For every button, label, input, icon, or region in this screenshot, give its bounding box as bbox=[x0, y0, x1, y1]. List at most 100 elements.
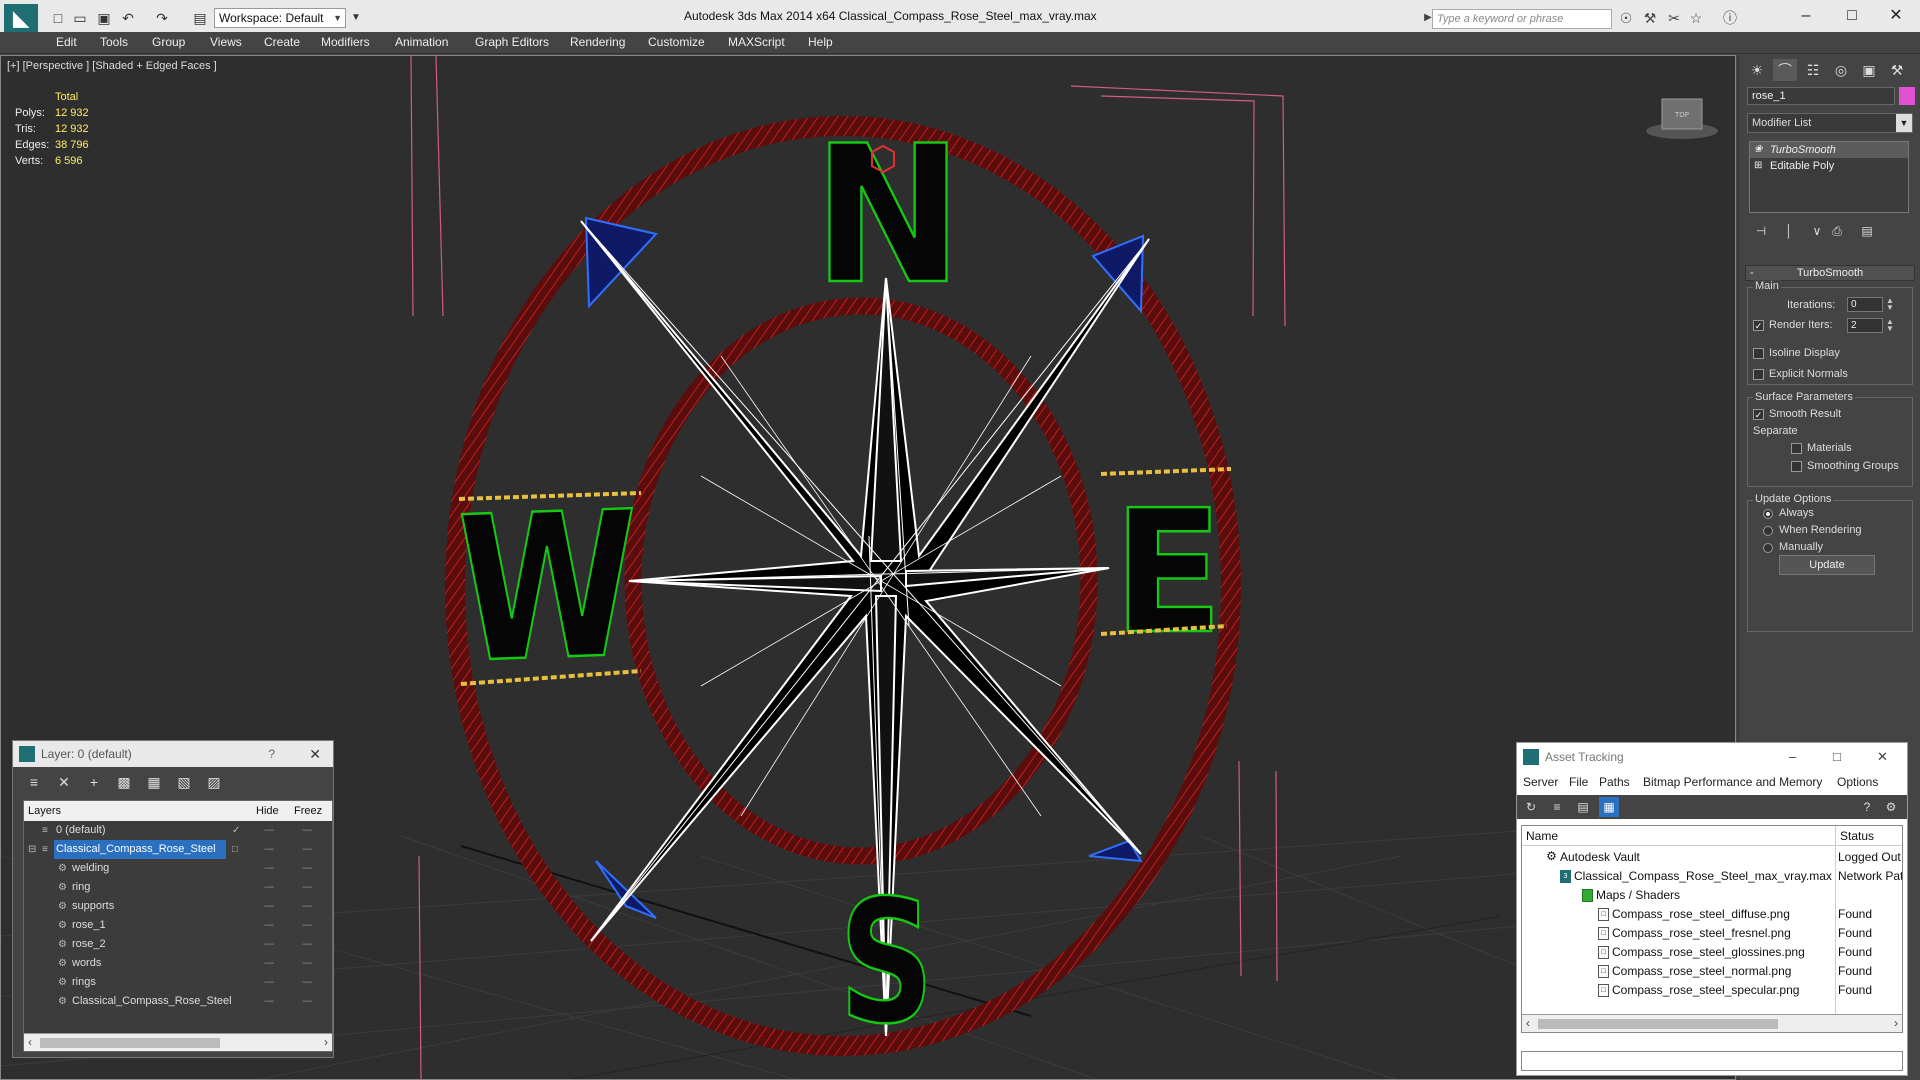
scrollbar-thumb[interactable] bbox=[40, 1038, 220, 1048]
scrollbar-thumb[interactable] bbox=[1538, 1019, 1778, 1029]
hide-toggle[interactable]: ---- bbox=[264, 897, 274, 916]
viewport-label[interactable]: [+] [Perspective ] [Shaded + Edged Faces… bbox=[7, 60, 217, 72]
project-folder-icon[interactable]: ▤ bbox=[190, 9, 210, 27]
help-icon[interactable]: ? bbox=[268, 741, 275, 767]
show-end-result-icon[interactable]: │ bbox=[1779, 221, 1799, 241]
asset-window-titlebar[interactable]: Asset Tracking – □ ✕ bbox=[1517, 743, 1907, 771]
hierarchy-tab-icon[interactable]: ☷ bbox=[1801, 59, 1825, 81]
layer-row[interactable]: ⚙ supports ---- ---- bbox=[24, 897, 332, 916]
active-box-icon[interactable]: □ bbox=[232, 840, 238, 859]
layer-row[interactable]: ⚙ rose_2 ---- ---- bbox=[24, 935, 332, 954]
make-unique-icon[interactable]: ∨ bbox=[1807, 221, 1827, 241]
add-to-layer-icon[interactable]: + bbox=[83, 771, 105, 793]
configure-sets-icon[interactable]: ▤ bbox=[1857, 221, 1877, 241]
scroll-left-icon[interactable]: ‹ bbox=[28, 1035, 32, 1049]
when-rendering-radio[interactable] bbox=[1763, 526, 1773, 536]
modify-tab-icon[interactable]: ⌒ bbox=[1773, 59, 1797, 81]
asset-row[interactable]: ⚙ Autodesk Vault Logged Out bbox=[1522, 848, 1902, 867]
freeze-toggle[interactable]: ---- bbox=[302, 821, 312, 840]
menu-tools[interactable]: Tools bbox=[100, 35, 128, 49]
menu-views[interactable]: Views bbox=[210, 35, 242, 49]
asset-row[interactable]: □ Compass_rose_steel_normal.png Found bbox=[1522, 962, 1902, 981]
subscription-icon[interactable]: ⚒ bbox=[1640, 9, 1660, 27]
delete-layer-icon[interactable]: ✕ bbox=[53, 771, 75, 793]
menu-graph-editors[interactable]: Graph Editors bbox=[475, 35, 549, 49]
render-iters-spinner[interactable]: 2 bbox=[1847, 318, 1883, 333]
favorites-star-icon[interactable]: ☆ bbox=[1686, 9, 1706, 27]
close-button[interactable]: ✕ bbox=[1876, 4, 1916, 28]
hide-toggle[interactable]: ---- bbox=[264, 821, 274, 840]
expand-plus-icon[interactable]: ⊞ bbox=[1754, 158, 1762, 174]
hide-all-icon[interactable]: ▧ bbox=[173, 771, 195, 793]
open-file-icon[interactable]: ▭ bbox=[70, 9, 90, 27]
hide-toggle[interactable]: ---- bbox=[264, 935, 274, 954]
search-input[interactable]: Type a keyword or phrase bbox=[1432, 9, 1612, 29]
stack-item-editable-poly[interactable]: ⊞ Editable Poly bbox=[1750, 158, 1908, 174]
asset-menu-paths[interactable]: Paths bbox=[1599, 775, 1630, 789]
freeze-toggle[interactable]: ---- bbox=[302, 859, 312, 878]
menu-edit[interactable]: Edit bbox=[56, 35, 77, 49]
object-color-swatch[interactable] bbox=[1899, 87, 1915, 105]
hide-toggle[interactable]: ---- bbox=[264, 859, 274, 878]
spinner-arrows-icon[interactable]: ▲ ▼ bbox=[1885, 318, 1895, 333]
new-file-icon[interactable]: □ bbox=[48, 9, 68, 27]
render-iters-checkbox[interactable]: ✓ bbox=[1753, 320, 1764, 331]
asset-menu-bitmap[interactable]: Bitmap Performance and Memory bbox=[1643, 775, 1822, 789]
freeze-toggle[interactable]: ---- bbox=[302, 897, 312, 916]
refresh-icon[interactable]: ↻ bbox=[1521, 797, 1541, 817]
asset-row[interactable]: 3 Classical_Compass_Rose_Steel_max_vray.… bbox=[1522, 867, 1902, 886]
freeze-toggle[interactable]: ---- bbox=[302, 916, 312, 935]
hide-toggle[interactable]: ---- bbox=[264, 992, 274, 1011]
always-radio[interactable] bbox=[1763, 509, 1773, 519]
redo-icon[interactable]: ↷ bbox=[152, 9, 172, 27]
minimize-button[interactable]: – bbox=[1789, 743, 1796, 771]
help-icon[interactable]: ? bbox=[1857, 797, 1877, 817]
motion-tab-icon[interactable]: ◎ bbox=[1829, 59, 1853, 81]
menu-group[interactable]: Group bbox=[152, 35, 185, 49]
freeze-toggle[interactable]: ---- bbox=[302, 992, 312, 1011]
freeze-all-icon[interactable]: ▨ bbox=[203, 771, 225, 793]
col-freeze[interactable]: Freez bbox=[294, 801, 322, 821]
select-objects-icon[interactable]: ▩ bbox=[113, 771, 135, 793]
minimize-button[interactable]: – bbox=[1786, 4, 1826, 28]
col-status[interactable]: Status bbox=[1840, 826, 1874, 846]
pin-stack-icon[interactable]: ⊣ bbox=[1751, 221, 1771, 241]
collapse-icon[interactable]: ⊟ bbox=[28, 840, 36, 859]
close-button[interactable]: ✕ bbox=[1877, 743, 1888, 771]
binoculars-icon[interactable]: ☉ bbox=[1616, 9, 1636, 27]
layer-row[interactable]: ⚙ welding ---- ---- bbox=[24, 859, 332, 878]
layer-horizontal-scrollbar[interactable]: ‹ › bbox=[24, 1033, 332, 1051]
hide-toggle[interactable]: ---- bbox=[264, 878, 274, 897]
materials-checkbox[interactable] bbox=[1791, 443, 1802, 454]
asset-row[interactable]: □ Compass_rose_steel_fresnel.png Found bbox=[1522, 924, 1902, 943]
asset-menu-options[interactable]: Options bbox=[1837, 775, 1878, 789]
spinner-arrows-icon[interactable]: ▲ ▼ bbox=[1885, 297, 1895, 312]
manually-radio[interactable] bbox=[1763, 543, 1773, 553]
freeze-toggle[interactable]: ---- bbox=[302, 954, 312, 973]
layer-row[interactable]: ⚙ ring ---- ---- bbox=[24, 878, 332, 897]
menu-create[interactable]: Create bbox=[264, 35, 300, 49]
hide-toggle[interactable]: ---- bbox=[264, 954, 274, 973]
lightbulb-icon[interactable]: ❀ bbox=[1754, 142, 1762, 158]
freeze-toggle[interactable]: ---- bbox=[302, 840, 312, 859]
create-tab-icon[interactable]: ☀ bbox=[1745, 59, 1769, 81]
utilities-tab-icon[interactable]: ⚒ bbox=[1885, 59, 1909, 81]
hide-toggle[interactable]: ---- bbox=[264, 916, 274, 935]
menu-animation[interactable]: Animation bbox=[395, 35, 448, 49]
layer-row[interactable]: ⚙ words ---- ---- bbox=[24, 954, 332, 973]
list-view-icon[interactable]: ≡ bbox=[1547, 797, 1567, 817]
asset-row[interactable]: Maps / Shaders bbox=[1522, 886, 1902, 905]
turbosmooth-rollout-header[interactable]: - TurboSmooth bbox=[1745, 265, 1915, 281]
asset-menu-server[interactable]: Server bbox=[1523, 775, 1558, 789]
smooth-result-checkbox[interactable]: ✓ bbox=[1753, 409, 1764, 420]
customize-toolbar-icon[interactable]: ▼ bbox=[346, 9, 366, 27]
layer-window-titlebar[interactable]: Layer: 0 (default) ? ✕ bbox=[13, 741, 333, 767]
asset-row[interactable]: □ Compass_rose_steel_glossines.png Found bbox=[1522, 943, 1902, 962]
tree-view-icon[interactable]: ▤ bbox=[1573, 797, 1593, 817]
scroll-right-icon[interactable]: › bbox=[1894, 1016, 1898, 1030]
layer-row[interactable]: ⚙ rose_1 ---- ---- bbox=[24, 916, 332, 935]
col-layers[interactable]: Layers bbox=[28, 801, 61, 821]
smoothing-groups-checkbox[interactable] bbox=[1791, 461, 1802, 472]
freeze-toggle[interactable]: ---- bbox=[302, 878, 312, 897]
explicit-normals-checkbox[interactable] bbox=[1753, 369, 1764, 380]
